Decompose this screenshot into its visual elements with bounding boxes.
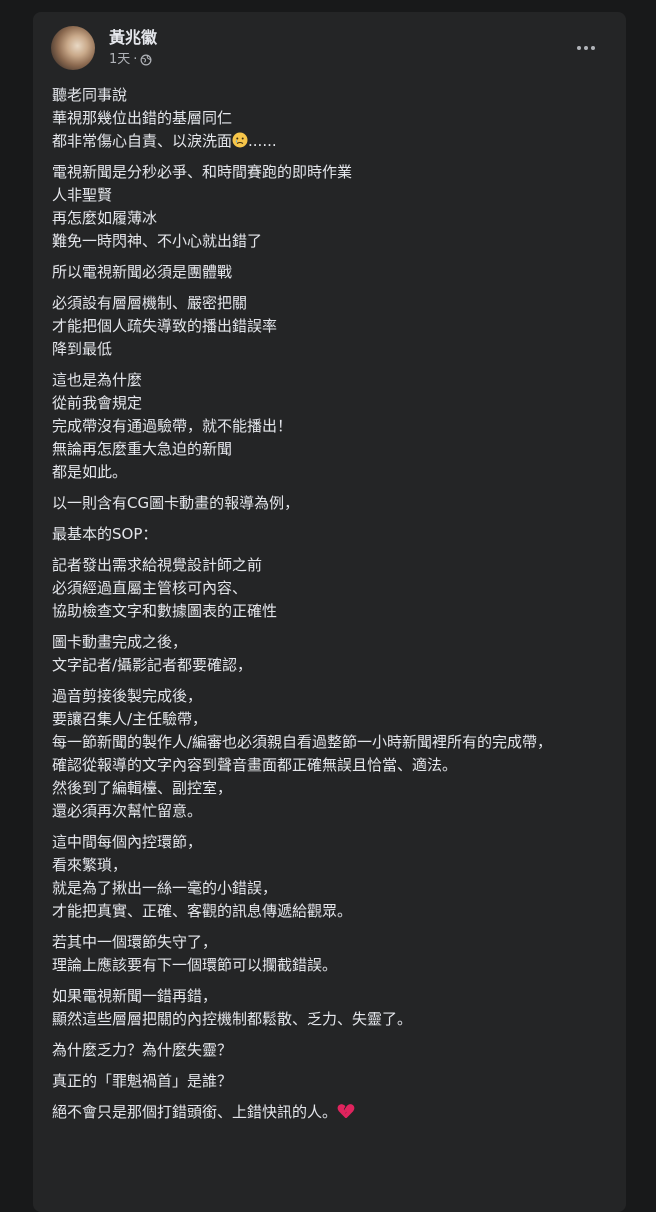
post-line: 還必須再次幫忙留意。 — [52, 802, 203, 820]
post-line: 文字記者/攝影記者都要確認， — [52, 656, 253, 674]
post-line: 才能把真實、正確、客觀的訊息傳遞給觀眾。 — [52, 902, 353, 920]
post-line: 然後到了編輯檯、副控室， — [52, 779, 233, 797]
ellipsis: ...... — [248, 132, 277, 150]
post-line: 從前我會規定 — [52, 394, 143, 412]
post-line: 都是如此。 — [52, 463, 128, 481]
post-paragraph: 以一則含有CG圖卡動畫的報導為例， — [52, 492, 610, 515]
post-body: 聽老同事說華視那幾位出錯的基層同仁都非常傷心自責、以淚洗面...... 電視新聞是… — [52, 84, 610, 1132]
post-paragraph: 記者發出需求給視覺設計師之前 必須經過直屬主管核可內容、協助檢查文字和數據圖表的正… — [52, 554, 610, 623]
post-paragraph: 如果電視新聞一錯再錯， 顯然這些層層把關的內控機制都鬆散、乏力、失靈了。 — [52, 985, 610, 1031]
post-line: 才能把個人疏失導致的播出錯誤率 — [52, 317, 278, 335]
post-paragraph: 這中間每個內控環節， 看來繁瑣， 就是為了揪出一絲一毫的小錯誤， 才能把真實、正確、客… — [52, 831, 610, 923]
post-line: 每一節新聞的製作人/編審也必須親自看過整節一小時新聞裡所有的完成帶， — [52, 733, 553, 751]
post-line: 降到最低 — [52, 340, 113, 358]
post-line: 必須設有層層機制、嚴密把關 — [52, 294, 248, 312]
post-meta: 1天 · — [109, 52, 152, 68]
author-name[interactable]: 黃兆徽 — [109, 28, 157, 48]
post-line: 電視新聞是分秒必爭、和時間賽跑的即時作業 — [52, 163, 353, 181]
post-line: 顯然這些層層把關的內控機制都鬆散、乏力、失靈了。 — [52, 1010, 413, 1028]
post-line: 過音剪接後製完成後， — [52, 687, 203, 705]
post-header: 黃兆徽 1天 · — [51, 24, 608, 74]
post-line: 華視那幾位出錯的基層同仁 — [52, 109, 233, 127]
post-paragraph: 聽老同事說華視那幾位出錯的基層同仁都非常傷心自責、以淚洗面...... — [52, 84, 610, 153]
post-line: 確認從報導的文字內容到聲音畫面都正確無誤且恰當、適法。 — [52, 756, 458, 774]
post-line: 完成帶沒有通過驗帶，就不能播出！ — [52, 417, 293, 435]
post-line: 若其中一個環節失守了， — [52, 933, 218, 951]
post-line: 為什麼乏力？為什麼失靈？ — [52, 1041, 233, 1059]
post-line: 所以電視新聞必須是團體戰 — [52, 263, 233, 281]
post-paragraph: 這也是為什麼 從前我會規定完成帶沒有通過驗帶，就不能播出！ 無論再怎麼重大急迫的新聞… — [52, 369, 610, 484]
post-paragraph: 圖卡動畫完成之後， 文字記者/攝影記者都要確認， — [52, 631, 610, 677]
post-line: 以一則含有CG圖卡動畫的報導為例， — [52, 494, 300, 512]
post-line: 必須經過直屬主管核可內容、 — [52, 579, 248, 597]
post-line: 就是為了揪出一絲一毫的小錯誤， — [52, 879, 278, 897]
post-line: 絕不會只是那個打錯頭銜、上錯快訊的人。 — [52, 1101, 610, 1124]
post-line: 理論上應該要有下一個環節可以攔截錯誤。 — [52, 956, 338, 974]
globe-icon[interactable] — [140, 54, 152, 66]
post-line: 這也是為什麼 — [52, 371, 143, 389]
post-paragraph: 為什麼乏力？為什麼失靈？ — [52, 1039, 610, 1062]
post-paragraph: 過音剪接後製完成後， 要讓召集人/主任驗帶， 每一節新聞的製作人/編審也必須親自看過… — [52, 685, 610, 823]
broken-heart-icon — [337, 1104, 355, 1118]
post-line: 記者發出需求給視覺設計師之前 — [52, 556, 263, 574]
post-line: 最基本的SOP： — [52, 525, 158, 543]
post-line: 都非常傷心自責、以淚洗面...... — [52, 132, 277, 150]
post-paragraph: 所以電視新聞必須是團體戰 — [52, 261, 610, 284]
post-line: 圖卡動畫完成之後， — [52, 633, 188, 651]
post-paragraph: 真正的「罪魁禍首」是誰？ — [52, 1070, 610, 1093]
meta-separator: · — [133, 52, 138, 67]
post-line: 難免一時閃神、不小心就出錯了 — [52, 232, 263, 250]
post-paragraph: 必須設有層層機制、嚴密把關才能把個人疏失導致的播出錯誤率 降到最低 — [52, 292, 610, 361]
post-line: 要讓召集人/主任驗帶， — [52, 710, 208, 728]
post-paragraph: 電視新聞是分秒必爭、和時間賽跑的即時作業 人非聖賢再怎麼如履薄冰難免一時閃神、不小… — [52, 161, 610, 253]
post-line: 真正的「罪魁禍首」是誰？ — [52, 1072, 233, 1090]
post-line: 協助檢查文字和數據圖表的正確性 — [52, 602, 278, 620]
post-line: 人非聖賢 — [52, 186, 113, 204]
post-line: 如果電視新聞一錯再錯， — [52, 987, 218, 1005]
post-time[interactable]: 1天 — [109, 52, 130, 68]
post-paragraph: 最基本的SOP： — [52, 523, 610, 546]
post-line: 這中間每個內控環節， — [52, 833, 203, 851]
avatar[interactable] — [51, 26, 95, 70]
post-line: 聽老同事說 — [52, 86, 128, 104]
post-line: 看來繁瑣， — [52, 856, 128, 874]
post-paragraph: 若其中一個環節失守了， 理論上應該要有下一個環節可以攔截錯誤。 — [52, 931, 610, 977]
post-line: 再怎麼如履薄冰 — [52, 209, 158, 227]
post-line: 無論再怎麼重大急迫的新聞 — [52, 440, 233, 458]
sad-face-icon — [232, 132, 248, 148]
more-options-icon[interactable] — [568, 34, 604, 62]
post-paragraph: 絕不會只是那個打錯頭銜、上錯快訊的人。 — [52, 1101, 610, 1124]
post-card: 黃兆徽 1天 · 聽老同事說華視那幾位出錯的基層同仁都非常傷心自責、以淚洗面..… — [33, 12, 626, 1212]
